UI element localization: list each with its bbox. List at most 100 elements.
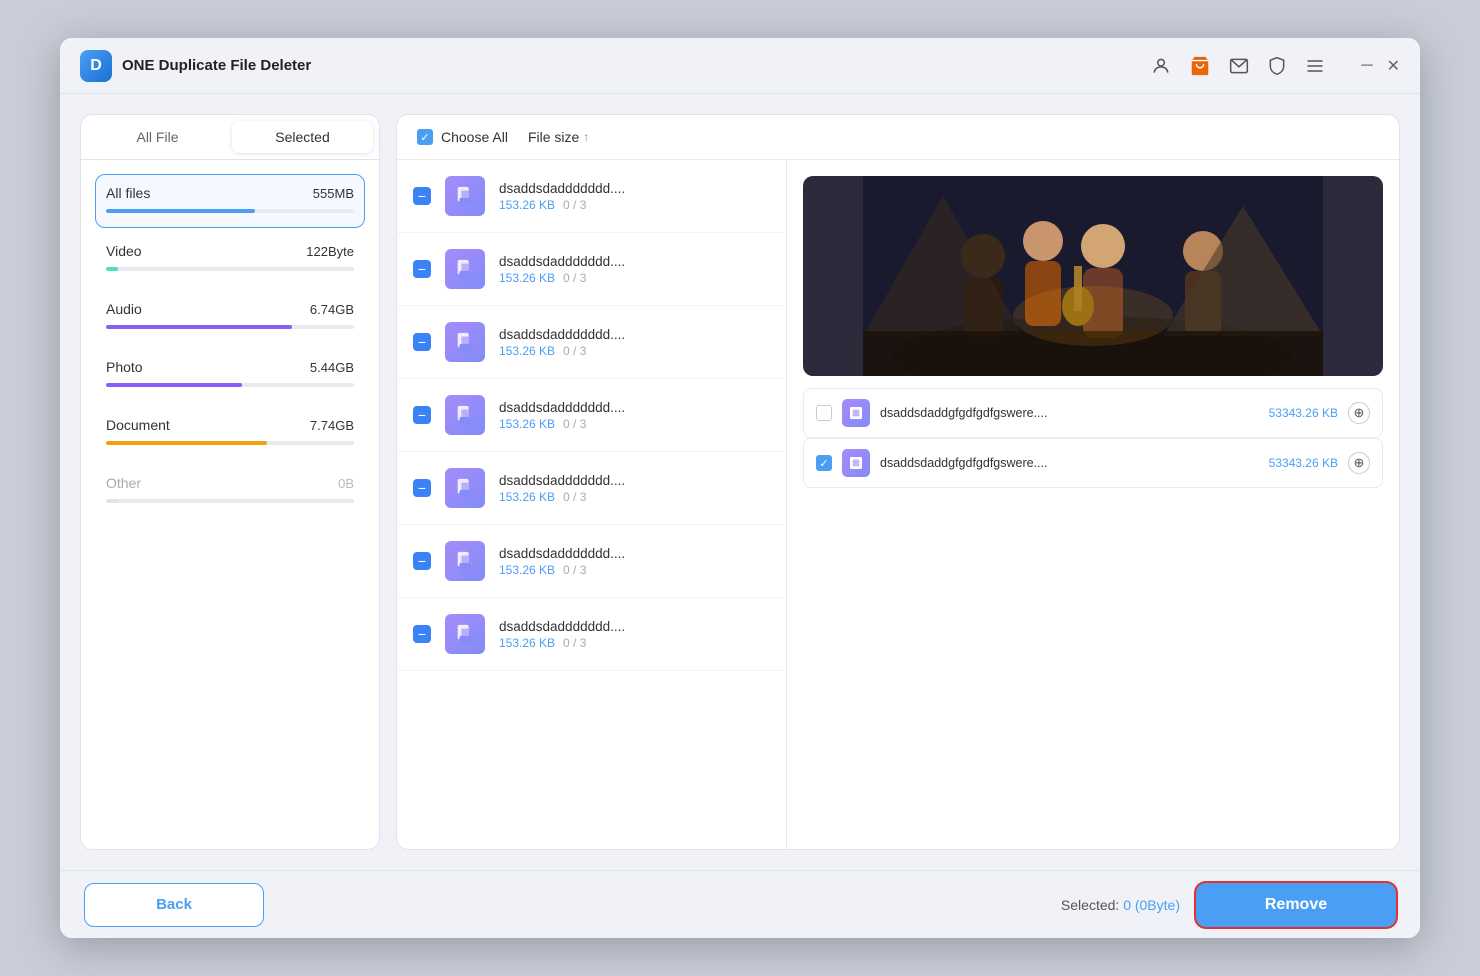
- category-size: 6.74GB: [310, 302, 354, 317]
- file-list-item[interactable]: dsaddsdaddddddd.... 153.26 KB 0 / 3: [397, 160, 786, 233]
- remove-button[interactable]: Remove: [1196, 883, 1396, 927]
- file-info: dsaddsdaddddddd.... 153.26 KB 0 / 3: [499, 546, 770, 577]
- file-meta: 153.26 KB 0 / 3: [499, 490, 770, 504]
- title-bar-actions: ─ ✕: [1151, 55, 1400, 77]
- file-size: 153.26 KB: [499, 271, 555, 285]
- close-button[interactable]: ✕: [1387, 56, 1400, 76]
- file-info: dsaddsdaddddddd.... 153.26 KB 0 / 3: [499, 400, 770, 431]
- cart-icon[interactable]: [1189, 55, 1211, 77]
- progress-bar-bg: [106, 325, 354, 329]
- minimize-button[interactable]: ─: [1361, 57, 1372, 75]
- file-list-item[interactable]: dsaddsdaddddddd.... 153.26 KB 0 / 3: [397, 452, 786, 525]
- file-count: 0 / 3: [563, 417, 586, 431]
- file-name: dsaddsdaddddddd....: [499, 619, 770, 634]
- preview-image: [803, 176, 1383, 376]
- minus-button[interactable]: [413, 479, 431, 497]
- file-icon-wrapper: [443, 393, 487, 437]
- category-item-document[interactable]: Document 7.74GB: [95, 406, 365, 460]
- duplicate-item[interactable]: dsaddsdaddgfgdfgdfgswere.... 53343.26 KB…: [803, 388, 1383, 438]
- choose-all-checkbox[interactable]: ✓: [417, 129, 433, 145]
- progress-bar-fill: [106, 383, 242, 387]
- file-name: dsaddsdaddddddd....: [499, 400, 770, 415]
- preview-panel: dsaddsdaddgfgdfgdfgswere.... 53343.26 KB…: [787, 160, 1399, 849]
- category-name: Photo: [106, 359, 143, 375]
- file-icon-wrapper: [443, 320, 487, 364]
- file-list-item[interactable]: dsaddsdaddddddd.... 153.26 KB 0 / 3: [397, 598, 786, 671]
- file-info: dsaddsdaddddddd.... 153.26 KB 0 / 3: [499, 254, 770, 285]
- dup-checkbox[interactable]: ✓: [816, 455, 832, 471]
- file-name: dsaddsdaddddddd....: [499, 181, 770, 196]
- app-title: ONE Duplicate File Deleter: [122, 57, 311, 74]
- file-list-item[interactable]: dsaddsdaddddddd.... 153.26 KB 0 / 3: [397, 525, 786, 598]
- progress-bar-bg: [106, 383, 354, 387]
- tab-selected[interactable]: Selected: [232, 121, 373, 153]
- file-info: dsaddsdaddddddd.... 153.26 KB 0 / 3: [499, 181, 770, 212]
- minus-button[interactable]: [413, 406, 431, 424]
- minus-button[interactable]: [413, 260, 431, 278]
- file-name: dsaddsdaddddddd....: [499, 546, 770, 561]
- split-area: dsaddsdaddddddd.... 153.26 KB 0 / 3 dsad…: [397, 160, 1399, 849]
- file-meta: 153.26 KB 0 / 3: [499, 563, 770, 577]
- file-size: 153.26 KB: [499, 563, 555, 577]
- file-name: dsaddsdaddddddd....: [499, 327, 770, 342]
- category-item-all-files[interactable]: All files 555MB: [95, 174, 365, 228]
- category-name: All files: [106, 185, 150, 201]
- progress-bar-bg: [106, 441, 354, 445]
- category-size: 0B: [338, 476, 354, 491]
- progress-bar-fill: [106, 209, 255, 213]
- file-icon-wrapper: [443, 539, 487, 583]
- dup-file-size: 53343.26 KB: [1269, 406, 1338, 420]
- file-icon-wrapper: [443, 612, 487, 656]
- file-icon-wrapper: [443, 466, 487, 510]
- menu-icon[interactable]: [1305, 56, 1325, 76]
- category-size: 5.44GB: [310, 360, 354, 375]
- dup-file-size: 53343.26 KB: [1269, 456, 1338, 470]
- duplicate-item[interactable]: ✓ dsaddsdaddgfgdfgdfgswere.... 53343.26 …: [803, 438, 1383, 488]
- main-content: All File Selected All files 555MB Video …: [60, 94, 1420, 870]
- sort-arrow-icon: ↑: [583, 130, 589, 144]
- file-list-item[interactable]: dsaddsdaddddddd.... 153.26 KB 0 / 3: [397, 306, 786, 379]
- minus-button[interactable]: [413, 625, 431, 643]
- file-size: 153.26 KB: [499, 636, 555, 650]
- progress-bar-fill: [106, 441, 267, 445]
- file-info: dsaddsdaddddddd.... 153.26 KB 0 / 3: [499, 327, 770, 358]
- category-name: Other: [106, 475, 141, 491]
- progress-bar-fill: [106, 267, 118, 271]
- category-item-photo[interactable]: Photo 5.44GB: [95, 348, 365, 402]
- progress-bar-fill: [106, 325, 292, 329]
- minus-button[interactable]: [413, 333, 431, 351]
- dup-checkbox[interactable]: [816, 405, 832, 421]
- category-size: 122Byte: [306, 244, 354, 259]
- file-size-sort[interactable]: File size ↑: [528, 129, 589, 145]
- file-size: 153.26 KB: [499, 198, 555, 212]
- file-count: 0 / 3: [563, 344, 586, 358]
- user-icon[interactable]: [1151, 56, 1171, 76]
- zoom-button[interactable]: ⊕: [1348, 452, 1370, 474]
- shield-icon[interactable]: [1267, 56, 1287, 76]
- file-icon: [445, 322, 485, 362]
- file-list-item[interactable]: dsaddsdaddddddd.... 153.26 KB 0 / 3: [397, 233, 786, 306]
- dup-file-name: dsaddsdaddgfgdfgdfgswere....: [880, 456, 1259, 470]
- category-name: Audio: [106, 301, 142, 317]
- bottom-bar: Back Selected: 0 (0Byte) Remove: [60, 870, 1420, 938]
- tab-all-file[interactable]: All File: [87, 121, 228, 153]
- title-bar: D ONE Duplicate File Deleter ─ ✕: [60, 38, 1420, 94]
- mail-icon[interactable]: [1229, 56, 1249, 76]
- progress-bar-fill: [106, 499, 118, 503]
- left-panel: All File Selected All files 555MB Video …: [80, 114, 380, 850]
- file-icon-wrapper: [443, 174, 487, 218]
- minus-button[interactable]: [413, 187, 431, 205]
- category-item-video[interactable]: Video 122Byte: [95, 232, 365, 286]
- choose-all-label[interactable]: ✓ Choose All: [417, 129, 508, 145]
- file-count: 0 / 3: [563, 563, 586, 577]
- minus-button[interactable]: [413, 552, 431, 570]
- category-item-other[interactable]: Other 0B: [95, 464, 365, 518]
- zoom-button[interactable]: ⊕: [1348, 402, 1370, 424]
- file-count: 0 / 3: [563, 198, 586, 212]
- selected-info: Selected: 0 (0Byte): [1061, 897, 1180, 913]
- back-button[interactable]: Back: [84, 883, 264, 927]
- selected-count: 0 (0Byte): [1123, 897, 1180, 913]
- panel-header: ✓ Choose All File size ↑: [397, 115, 1399, 160]
- file-list-item[interactable]: dsaddsdaddddddd.... 153.26 KB 0 / 3: [397, 379, 786, 452]
- category-item-audio[interactable]: Audio 6.74GB: [95, 290, 365, 344]
